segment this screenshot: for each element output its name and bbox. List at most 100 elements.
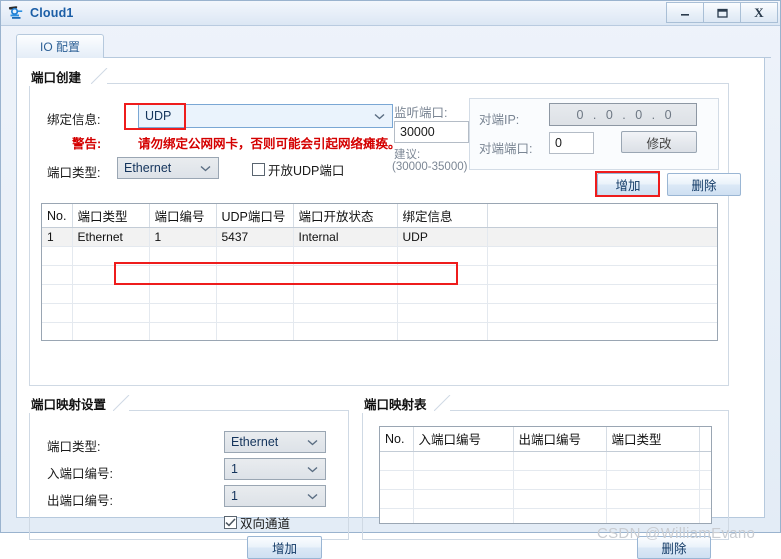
client-area: IO 配置 端口创建 绑定信息: UDP 警告: 请勿绑定公网网卡，否则可能会引… [1, 26, 780, 559]
bidirectional-channel-label: 双向通道 [240, 517, 291, 531]
check-icon [225, 518, 236, 527]
group-topline-2 [129, 410, 349, 411]
delete-port-button-label: 删除 [691, 179, 717, 193]
minimize-button[interactable] [666, 2, 704, 23]
mapping-port-type-value: Ethernet [231, 435, 279, 449]
peer-ip-value: 0 . 0 . 0 . 0 [576, 107, 675, 122]
minimize-icon [681, 13, 689, 16]
port-table-body: 1 Ethernet 1 5437 Internal UDP [42, 227, 717, 340]
col-out-port: 出端口编号 [513, 427, 607, 452]
modify-button[interactable]: 修改 [621, 131, 697, 153]
label-peer-port: 对端端口: [479, 142, 533, 156]
peer-ip-input[interactable]: 0 . 0 . 0 . 0 [549, 103, 697, 126]
mapping-table[interactable]: No. 入端口编号 出端口编号 端口类型 [379, 426, 712, 524]
table-row-empty[interactable] [42, 265, 717, 285]
group-topline-3 [450, 410, 729, 411]
out-port-number-value: 1 [231, 489, 238, 503]
bidirectional-channel-checkbox[interactable]: 双向通道 [224, 513, 290, 532]
add-port-button-label: 增加 [615, 179, 641, 193]
cell-blank [487, 227, 717, 247]
table-header-row: No. 入端口编号 出端口编号 端口类型 [380, 427, 711, 452]
open-udp-port-checkbox[interactable]: 开放UDP端口 [252, 160, 344, 179]
delete-port-button[interactable]: 删除 [667, 173, 741, 196]
out-port-number-combo[interactable]: 1 [224, 485, 326, 507]
add-mapping-button-label: 增加 [271, 542, 297, 556]
add-port-button[interactable]: 增加 [597, 173, 659, 196]
binding-info-value: UDP [145, 109, 172, 123]
add-mapping-button[interactable]: 增加 [247, 536, 322, 559]
watermark-text: CSDN @WilliamEvano [597, 525, 756, 542]
group-title-mapping-settings: 端口映射设置 [29, 394, 111, 413]
col-udp-port: UDP端口号 [216, 204, 294, 228]
port-table-grid: No. 端口类型 端口编号 UDP端口号 端口开放状态 绑定信息 1 Ether… [42, 204, 717, 340]
label-port-type: 端口类型: [47, 166, 101, 180]
label-suggestion-range: (30000-35000) [392, 161, 468, 173]
chevron-down-icon [200, 161, 211, 175]
tab-page-io-config: 端口创建 绑定信息: UDP 警告: 请勿绑定公网网卡，否则可能会引起网络瘫痪。 [16, 58, 765, 559]
cell-port-number: 1 [149, 227, 217, 247]
group-port-mapping-table: 端口映射表 No. 入端口编号 出端口编号 端口类型 [362, 394, 729, 540]
label-in-port-number: 入端口编号: [47, 467, 113, 481]
table-row-empty[interactable] [380, 489, 711, 509]
cell-udp-port: 5437 [216, 227, 294, 247]
close-icon: X [754, 4, 764, 20]
cloud-config-window: Cloud1 X IO 配置 端口创建 绑定信息: UDP 警告: 请勿绑定公网… [0, 0, 781, 559]
label-suggestion: 建议: [394, 149, 421, 161]
in-port-number-value: 1 [231, 462, 238, 476]
col-port-status: 端口开放状态 [293, 204, 398, 228]
maximize-button[interactable] [703, 2, 741, 23]
col-port-type: 端口类型 [606, 427, 700, 452]
checkbox-box [224, 516, 237, 529]
table-row-empty[interactable] [42, 284, 717, 304]
modify-button-label: 修改 [646, 136, 672, 151]
binding-info-combo[interactable]: UDP [138, 104, 393, 128]
table-row-empty[interactable] [42, 246, 717, 266]
window-controls: X [666, 2, 778, 23]
mapping-port-type-combo[interactable]: Ethernet [224, 431, 326, 453]
cloud-icon [7, 4, 25, 22]
group-slant-3 [433, 394, 452, 412]
table-row-empty[interactable] [380, 508, 711, 523]
window-title: Cloud1 [30, 6, 74, 20]
label-binding-info: 绑定信息: [47, 113, 101, 127]
label-listen-port: 监听端口: [394, 106, 448, 120]
listen-port-value: 30000 [400, 125, 435, 139]
table-row-empty[interactable] [42, 322, 717, 340]
chevron-down-icon [307, 462, 318, 476]
col-blank [699, 427, 711, 452]
port-type-value: Ethernet [124, 161, 172, 175]
tab-io-config[interactable]: IO 配置 [16, 34, 104, 58]
group-port-create: 端口创建 绑定信息: UDP 警告: 请勿绑定公网网卡，否则可能会引起网络瘫痪。 [29, 67, 741, 386]
checkbox-box [252, 163, 265, 176]
mapping-table-grid: No. 入端口编号 出端口编号 端口类型 [380, 427, 711, 523]
peer-port-input[interactable]: 0 [549, 132, 594, 154]
cell-no: 1 [42, 227, 73, 247]
port-type-combo[interactable]: Ethernet [117, 157, 219, 179]
tab-strip: IO 配置 [16, 34, 771, 58]
mapping-table-body [380, 451, 711, 523]
col-binding-info: 绑定信息 [397, 204, 488, 228]
tab-label: IO 配置 [39, 40, 80, 54]
table-row-empty[interactable] [380, 470, 711, 490]
close-button[interactable]: X [740, 2, 778, 23]
col-in-port: 入端口编号 [413, 427, 514, 452]
port-table[interactable]: No. 端口类型 端口编号 UDP端口号 端口开放状态 绑定信息 1 Ether… [41, 203, 718, 341]
open-udp-port-label: 开放UDP端口 [268, 164, 345, 178]
label-warning: 警告: [72, 137, 102, 151]
group-topline-1 [107, 83, 729, 84]
group-slant-2 [112, 394, 131, 412]
chevron-down-icon [307, 489, 318, 503]
maximize-icon [717, 8, 728, 18]
col-port-number: 端口编号 [149, 204, 217, 228]
label-out-port-number: 出端口编号: [47, 494, 113, 508]
table-row[interactable]: 1 Ethernet 1 5437 Internal UDP [42, 227, 717, 247]
table-row-empty[interactable] [42, 303, 717, 323]
group-title-port-create: 端口创建 [29, 67, 86, 86]
group-title-mapping-table: 端口映射表 [362, 394, 431, 413]
col-no: No. [42, 204, 73, 228]
table-row-empty[interactable] [380, 451, 711, 471]
col-no: No. [380, 427, 414, 452]
listen-port-input[interactable]: 30000 [394, 121, 469, 143]
in-port-number-combo[interactable]: 1 [224, 458, 326, 480]
col-port-type: 端口类型 [72, 204, 150, 228]
